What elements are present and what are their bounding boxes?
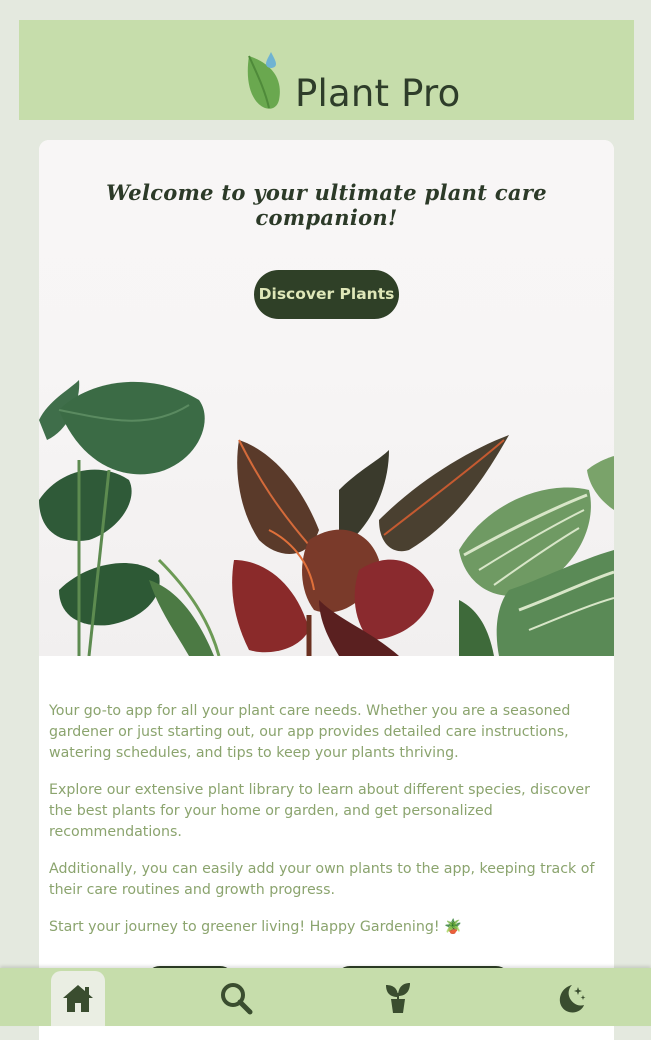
nav-search[interactable]: [209, 971, 263, 1026]
plants-photo: [39, 380, 614, 656]
intro-paragraph-3: Additionally, you can easily add your ow…: [49, 861, 595, 898]
discover-plants-button[interactable]: Discover Plants: [254, 270, 399, 319]
intro-paragraph-2: Explore our extensive plant library to l…: [49, 782, 590, 840]
sprout-icon: [386, 983, 410, 1013]
intro-text: Your go-to app for all your plant care n…: [49, 701, 604, 954]
home-icon: [63, 985, 93, 1012]
nav-plants[interactable]: [371, 971, 425, 1026]
nav-home[interactable]: [51, 971, 105, 1026]
main-card: Welcome to your ultimate plant care comp…: [39, 140, 614, 1040]
nav-theme[interactable]: [544, 971, 598, 1026]
hero-banner: Welcome to your ultimate plant care comp…: [39, 140, 614, 656]
bottom-nav: [0, 968, 651, 1026]
intro-paragraph-1: Your go-to app for all your plant care n…: [49, 703, 571, 761]
search-icon: [221, 983, 253, 1015]
app-header: Plant Pro: [19, 20, 634, 120]
welcome-heading: Welcome to your ultimate plant care comp…: [106, 180, 547, 230]
leaf-drop-icon: [247, 52, 280, 109]
moon-icon: [559, 985, 586, 1013]
intro-paragraph-4: Start your journey to greener living! Ha…: [49, 919, 462, 935]
app-title: Plant Pro: [295, 72, 461, 115]
